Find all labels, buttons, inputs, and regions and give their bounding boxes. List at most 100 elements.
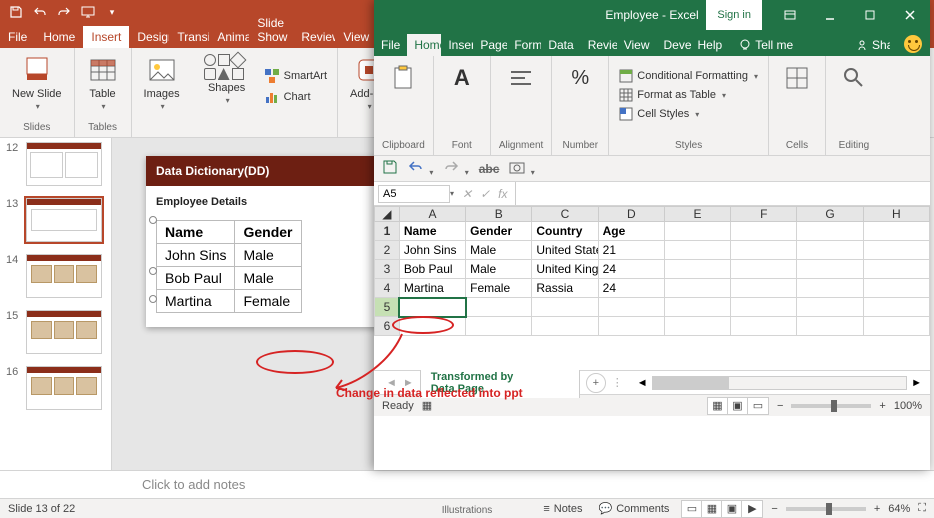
cell[interactable] <box>797 222 863 241</box>
xl-redo-icon[interactable]: ▾ <box>443 159 468 178</box>
hscrollbar[interactable]: ◄ ► <box>629 376 930 390</box>
table-button[interactable]: Table▾ <box>83 52 123 113</box>
rowhead[interactable]: 4 <box>375 279 400 298</box>
images-button[interactable]: Images▾ <box>140 52 184 113</box>
cell[interactable] <box>731 222 797 241</box>
xl-tab-review[interactable]: Review <box>581 34 617 56</box>
cell[interactable] <box>731 317 797 336</box>
cell[interactable]: Bob Paul <box>399 260 465 279</box>
xl-tab-insert[interactable]: Insert <box>441 34 473 56</box>
cell[interactable]: 24 <box>598 279 664 298</box>
cell[interactable] <box>532 317 598 336</box>
xl-tellme[interactable]: Tell me <box>733 34 799 56</box>
cell[interactable]: Rassia <box>532 279 598 298</box>
colhead-G[interactable]: G <box>797 207 863 222</box>
format-as-table-button[interactable]: Format as Table ▾ <box>617 87 760 103</box>
xl-tab-formulas[interactable]: Formulas <box>507 34 541 56</box>
cell[interactable] <box>863 241 929 260</box>
cell[interactable]: Name <box>399 222 465 241</box>
xl-zoom-out-icon[interactable]: − <box>777 400 783 412</box>
select-all-corner[interactable]: ◢ <box>375 207 400 222</box>
ribbon-options-icon[interactable] <box>770 0 810 30</box>
cell-styles-button[interactable]: Cell Styles ▾ <box>617 106 760 122</box>
cell[interactable] <box>466 317 532 336</box>
colhead-A[interactable]: A <box>399 207 465 222</box>
fit-slide-icon[interactable]: ⛶ <box>918 502 926 515</box>
cell[interactable] <box>598 298 664 317</box>
xl-undo-icon[interactable]: ▾ <box>408 159 433 178</box>
cell[interactable] <box>532 298 598 317</box>
signin-button[interactable]: Sign in <box>706 0 762 30</box>
thumbnail-12[interactable] <box>26 142 102 186</box>
xl-zoom-slider[interactable] <box>791 404 871 408</box>
rowhead[interactable]: 3 <box>375 260 400 279</box>
cell-selected[interactable] <box>399 298 465 317</box>
smiley-feedback[interactable] <box>896 32 930 56</box>
notes-pane[interactable]: Click to add notes <box>0 470 934 498</box>
tab-view[interactable]: View <box>335 26 371 48</box>
rowhead[interactable]: 2 <box>375 241 400 260</box>
cell[interactable] <box>731 241 797 260</box>
cell[interactable] <box>797 298 863 317</box>
xl-tab-page[interactable]: Page <box>473 34 507 56</box>
tab-animations[interactable]: Animations <box>209 26 249 48</box>
minimize-icon[interactable] <box>810 0 850 30</box>
formula-input[interactable] <box>515 182 930 205</box>
xl-pagebreak-view-icon[interactable]: ▭ <box>748 398 768 414</box>
colhead-H[interactable]: H <box>863 207 929 222</box>
xl-pagelayout-view-icon[interactable]: ▣ <box>728 398 748 414</box>
tab-transitions[interactable]: Transitions <box>169 26 209 48</box>
xl-tab-view[interactable]: View <box>617 34 657 56</box>
number-button[interactable]: % <box>560 60 600 96</box>
smartart-button[interactable]: SmartArt <box>262 67 329 85</box>
qat-more-icon[interactable]: ▾ <box>104 4 120 20</box>
close-icon[interactable] <box>890 0 930 30</box>
cell[interactable] <box>797 241 863 260</box>
cell[interactable]: Age <box>598 222 664 241</box>
cell[interactable] <box>731 260 797 279</box>
xl-zoom-in-icon[interactable]: + <box>879 400 885 412</box>
xl-tab-help[interactable]: Help <box>691 34 730 56</box>
rowhead[interactable]: 5 <box>375 298 400 317</box>
xl-tab-home[interactable]: Home <box>407 34 441 56</box>
tab-slideshow[interactable]: Slide Show <box>249 12 293 48</box>
cell[interactable] <box>466 298 532 317</box>
shapes-button[interactable]: Shapes▾ <box>200 52 254 107</box>
new-slide-button[interactable]: New Slide▾ <box>8 52 66 113</box>
ppt-embedded-table[interactable]: NameGender John SinsMale Bob PaulMale Ma… <box>156 220 302 313</box>
add-sheet-button[interactable]: + <box>586 373 606 393</box>
xl-normal-view-icon[interactable]: ▦ <box>708 398 728 414</box>
alignment-button[interactable] <box>501 60 541 96</box>
xl-share[interactable]: Share <box>850 34 896 56</box>
sorter-view-icon[interactable]: ▦ <box>702 501 722 517</box>
maximize-icon[interactable] <box>850 0 890 30</box>
zoom-out-icon[interactable]: − <box>771 503 777 515</box>
scroll-left-icon[interactable]: ◄ <box>637 377 648 389</box>
colhead-C[interactable]: C <box>532 207 598 222</box>
cells-button[interactable] <box>777 60 817 96</box>
xl-tab-file[interactable]: File <box>374 34 407 56</box>
colhead-B[interactable]: B <box>466 207 532 222</box>
macro-rec-icon[interactable]: ▦ <box>422 399 432 412</box>
cell[interactable] <box>664 317 730 336</box>
excel-grid[interactable]: ◢ A B C D E F G H 1NameGenderCountryAge … <box>374 206 930 370</box>
cell[interactable]: 24 <box>598 260 664 279</box>
cell[interactable]: United States <box>532 241 598 260</box>
cell[interactable] <box>664 260 730 279</box>
colhead-E[interactable]: E <box>664 207 730 222</box>
tab-review[interactable]: Review <box>293 26 335 48</box>
cell[interactable] <box>863 260 929 279</box>
cell[interactable] <box>664 241 730 260</box>
cell[interactable] <box>664 298 730 317</box>
tab-design[interactable]: Design <box>129 26 169 48</box>
clipboard-button[interactable] <box>383 60 423 96</box>
cell[interactable]: Female <box>466 279 532 298</box>
comments-button[interactable]: 💬 Comments <box>595 502 674 515</box>
cell[interactable] <box>863 298 929 317</box>
normal-view-icon[interactable]: ▭ <box>682 501 702 517</box>
tab-insert[interactable]: Insert <box>83 26 129 48</box>
fx-icon[interactable]: fx <box>498 187 507 201</box>
name-box[interactable] <box>378 185 450 203</box>
slideshow-icon[interactable] <box>80 4 96 20</box>
xl-camera-icon[interactable]: ▾ <box>509 159 534 178</box>
